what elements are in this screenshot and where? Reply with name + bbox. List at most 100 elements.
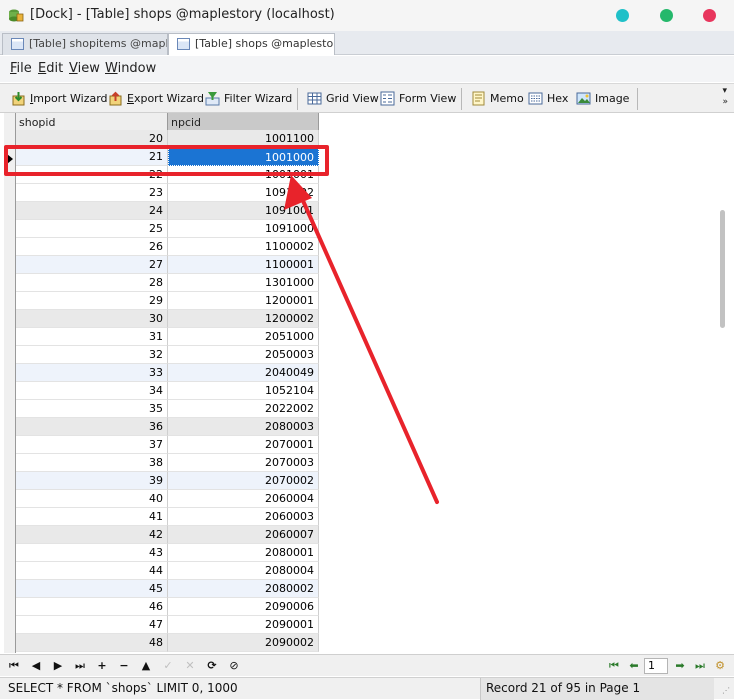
image-button[interactable]: Image <box>575 89 629 109</box>
cell-shopid[interactable]: 39 <box>16 472 168 490</box>
cell-npcid[interactable]: 2070001 <box>168 436 319 454</box>
cell-npcid[interactable]: 2090001 <box>168 616 319 634</box>
cell-npcid[interactable]: 1100001 <box>168 256 319 274</box>
cell-shopid[interactable]: 47 <box>16 616 168 634</box>
cell-shopid[interactable]: 29 <box>16 292 168 310</box>
cell-npcid[interactable]: 2060003 <box>168 508 319 526</box>
toolbar-overflow-button[interactable]: ▾» <box>722 86 728 108</box>
maximize-button[interactable] <box>660 9 673 22</box>
column-header-shopid[interactable]: shopid <box>16 113 168 131</box>
table-row[interactable]: 23 1091002 <box>16 184 319 202</box>
table-row[interactable]: 40 2060004 <box>16 490 319 508</box>
cell-npcid[interactable]: 2060004 <box>168 490 319 508</box>
last-page-button[interactable]: ⏭ <box>692 658 708 674</box>
table-row[interactable]: 42 2060007 <box>16 526 319 544</box>
table-row[interactable]: 46 2090006 <box>16 598 319 616</box>
table-row[interactable]: 37 2070001 <box>16 436 319 454</box>
refresh-button[interactable]: ⟳ <box>204 658 220 674</box>
menu-window[interactable]: Window <box>105 61 156 76</box>
cell-npcid[interactable]: 1091000 <box>168 220 319 238</box>
cell-shopid[interactable]: 23 <box>16 184 168 202</box>
form-view-button[interactable]: Form View <box>379 89 456 109</box>
cell-shopid[interactable]: 40 <box>16 490 168 508</box>
table-row[interactable]: 24 1091001 <box>16 202 319 220</box>
cell-shopid[interactable]: 36 <box>16 418 168 436</box>
limit-settings-icon[interactable]: ⚙ <box>712 658 728 674</box>
menu-view[interactable]: View <box>69 61 100 76</box>
cell-npcid[interactable]: 2080001 <box>168 544 319 562</box>
cell-shopid[interactable]: 24 <box>16 202 168 220</box>
table-row[interactable]: 36 2080003 <box>16 418 319 436</box>
cell-shopid[interactable]: 31 <box>16 328 168 346</box>
cell-shopid[interactable]: 25 <box>16 220 168 238</box>
cell-shopid[interactable]: 33 <box>16 364 168 382</box>
cell-npcid[interactable]: 1301000 <box>168 274 319 292</box>
table-row[interactable]: 32 2050003 <box>16 346 319 364</box>
cell-shopid[interactable]: 44 <box>16 562 168 580</box>
data-grid[interactable]: shopid npcid 20 1001100 21 1001000 22 1001001… <box>0 113 734 653</box>
first-page-button[interactable]: ⏮ <box>606 658 622 674</box>
table-row[interactable]: 35 2022002 <box>16 400 319 418</box>
table-row[interactable]: 47 2090001 <box>16 616 319 634</box>
tab-shopitems[interactable]: [Table] shopitems @mapl... <box>2 33 168 55</box>
cell-npcid[interactable]: 1052104 <box>168 382 319 400</box>
cell-npcid[interactable]: 1100002 <box>168 238 319 256</box>
vertical-scrollbar[interactable] <box>716 113 730 653</box>
column-header-npcid[interactable]: npcid <box>168 113 319 131</box>
first-record-button[interactable]: ⏮ <box>6 658 22 674</box>
cell-npcid[interactable]: 2060007 <box>168 526 319 544</box>
table-row[interactable]: 34 1052104 <box>16 382 319 400</box>
cell-npcid[interactable]: 2070002 <box>168 472 319 490</box>
stop-button[interactable]: ⊘ <box>226 658 242 674</box>
table-row[interactable]: 27 1100001 <box>16 256 319 274</box>
table-row[interactable]: 48 2090002 <box>16 634 319 652</box>
page-number-input[interactable]: 1 <box>644 658 668 674</box>
cancel-changes-button[interactable]: ✕ <box>182 658 198 674</box>
row-header-column[interactable] <box>4 113 16 653</box>
table-row[interactable]: 45 2080002 <box>16 580 319 598</box>
table-row[interactable]: 25 1091000 <box>16 220 319 238</box>
minimize-button[interactable] <box>616 9 629 22</box>
cell-npcid[interactable]: 2040049 <box>168 364 319 382</box>
cell-shopid[interactable]: 46 <box>16 598 168 616</box>
cell-shopid[interactable]: 32 <box>16 346 168 364</box>
previous-record-button[interactable]: ◀ <box>28 658 44 674</box>
table-row[interactable]: 38 2070003 <box>16 454 319 472</box>
last-record-button[interactable]: ⏭ <box>72 658 88 674</box>
table-row[interactable]: 28 1301000 <box>16 274 319 292</box>
cell-shopid[interactable]: 38 <box>16 454 168 472</box>
table-row[interactable]: 41 2060003 <box>16 508 319 526</box>
cell-npcid[interactable]: 2022002 <box>168 400 319 418</box>
next-record-button[interactable]: ▶ <box>50 658 66 674</box>
cell-shopid[interactable]: 41 <box>16 508 168 526</box>
cell-shopid[interactable]: 48 <box>16 634 168 652</box>
cell-shopid[interactable]: 28 <box>16 274 168 292</box>
close-button[interactable] <box>703 9 716 22</box>
memo-button[interactable]: Memo <box>470 89 524 109</box>
edit-up-button[interactable]: ▲ <box>138 658 154 674</box>
table-row[interactable]: 39 2070002 <box>16 472 319 490</box>
cell-npcid[interactable]: 1200002 <box>168 310 319 328</box>
table-row[interactable]: 30 1200002 <box>16 310 319 328</box>
apply-changes-button[interactable]: ✓ <box>160 658 176 674</box>
table-row[interactable]: 26 1100002 <box>16 238 319 256</box>
cell-shopid[interactable]: 43 <box>16 544 168 562</box>
cell-shopid[interactable]: 27 <box>16 256 168 274</box>
add-record-button[interactable]: + <box>94 658 110 674</box>
export-wizard-button[interactable]: Export Wizard <box>107 89 204 109</box>
next-page-button[interactable]: ➡ <box>672 658 688 674</box>
cell-npcid[interactable]: 2080004 <box>168 562 319 580</box>
cell-shopid[interactable]: 30 <box>16 310 168 328</box>
cell-npcid[interactable]: 2070003 <box>168 454 319 472</box>
previous-page-button[interactable]: ⬅ <box>626 658 642 674</box>
tab-shops[interactable]: [Table] shops @maplesto... <box>168 33 335 55</box>
cell-npcid[interactable]: 2090006 <box>168 598 319 616</box>
vertical-scrollbar-thumb[interactable] <box>720 210 725 328</box>
cell-npcid[interactable]: 2050003 <box>168 346 319 364</box>
cell-shopid[interactable]: 42 <box>16 526 168 544</box>
grid-view-button[interactable]: Grid View <box>306 89 379 109</box>
cell-npcid[interactable]: 2051000 <box>168 328 319 346</box>
cell-npcid[interactable]: 1091001 <box>168 202 319 220</box>
cell-shopid[interactable]: 26 <box>16 238 168 256</box>
table-row[interactable]: 31 2051000 <box>16 328 319 346</box>
